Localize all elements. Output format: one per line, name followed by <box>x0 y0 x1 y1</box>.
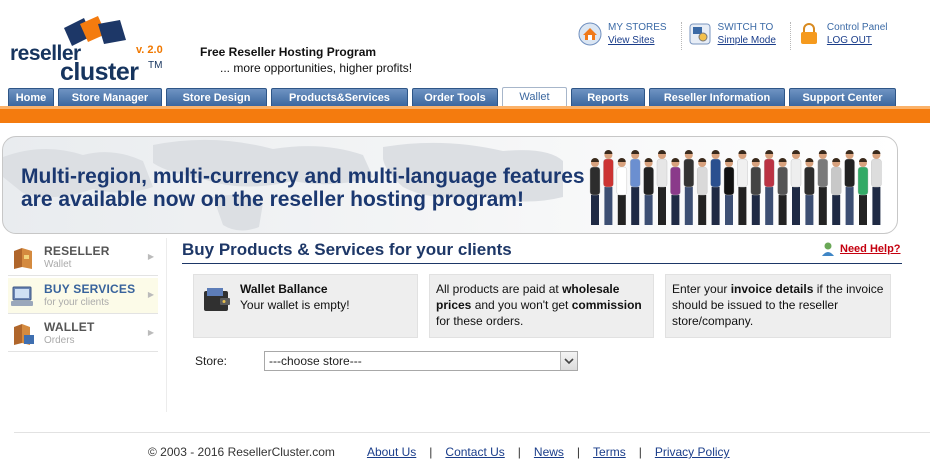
footer-divider <box>14 432 930 433</box>
switch-to-label: SWITCH TO <box>717 22 774 33</box>
wallet-icon <box>204 288 230 311</box>
logo-version: v. 2.0 <box>136 44 163 56</box>
wallet-book-icon <box>14 248 32 269</box>
tab-store-manager[interactable]: Store Manager <box>58 88 162 106</box>
top-link-my-stores: MY STORES View Sites <box>578 22 682 50</box>
logo[interactable]: reseller v. 2.0 cluster TM <box>8 14 178 86</box>
footer-separator: | <box>576 445 581 459</box>
top-links: MY STORES View Sites SWITCH TO Simple Mo… <box>578 22 908 50</box>
tab-reports[interactable]: Reports <box>571 88 645 106</box>
lock-icon[interactable] <box>797 22 821 46</box>
store-label: Store: <box>195 354 228 368</box>
logout-link[interactable]: LOG OUT <box>827 34 888 47</box>
logo-trademark: TM <box>148 60 163 71</box>
promo-banner[interactable]: Multi-region, multi-currency and multi-l… <box>2 136 898 234</box>
control-panel-label: Control Panel <box>826 22 888 33</box>
sidebar-item-title: BUY SERVICES <box>44 282 136 296</box>
top-link-switch-mode: SWITCH TO Simple Mode <box>688 22 791 50</box>
sidebar-item-subtitle: Orders <box>44 335 75 346</box>
chevron-down-icon[interactable] <box>560 352 577 370</box>
top-link-control-panel: Control Panel LOG OUT <box>797 22 902 50</box>
tab-order-tools[interactable]: Order Tools <box>412 88 498 106</box>
footer: © 2003 - 2016 ResellerCluster.com About … <box>148 445 730 459</box>
footer-link-about[interactable]: About Us <box>367 445 416 459</box>
sidebar-item-buy-services[interactable]: BUY SERVICES for your clients ▶ <box>8 278 158 314</box>
arrow-right-icon: ▶ <box>147 290 154 299</box>
wallet-balance-title: Wallet Ballance <box>240 282 328 296</box>
switch-mode-icon[interactable] <box>688 22 712 46</box>
arrow-right-icon: ▶ <box>147 328 154 337</box>
footer-link-news[interactable]: News <box>534 445 564 459</box>
store-select[interactable]: ---choose store--- <box>264 351 578 371</box>
wallet-balance-text: Your wallet is empty! <box>240 298 350 312</box>
logo-word-cluster: cluster <box>60 58 139 86</box>
store-select-value: ---choose store--- <box>269 354 362 368</box>
arrow-right-icon: ▶ <box>147 252 154 261</box>
orange-bar <box>0 106 930 123</box>
wallet-balance-box: Wallet Ballance Your wallet is empty! <box>193 274 418 338</box>
tagline-title: Free Reseller Hosting Program <box>200 45 377 59</box>
tab-wallet[interactable]: Wallet <box>502 87 567 106</box>
help[interactable]: Need Help? <box>820 241 901 257</box>
orders-icon <box>14 324 34 345</box>
footer-link-contact[interactable]: Contact Us <box>445 445 504 459</box>
title-divider <box>182 263 902 264</box>
footer-link-terms[interactable]: Terms <box>593 445 626 459</box>
tab-reseller-information[interactable]: Reseller Information <box>649 88 785 106</box>
computer-icon <box>11 286 33 306</box>
tab-products-services[interactable]: Products&Services <box>271 88 408 106</box>
tab-home[interactable]: Home <box>8 88 54 106</box>
info-text: Enter your <box>672 282 731 296</box>
tagline-subtitle: ... more opportunities, higher profits! <box>220 61 413 75</box>
simple-mode-link[interactable]: Simple Mode <box>718 34 776 47</box>
sidebar-item-title: RESELLER <box>44 244 110 258</box>
sidebar-item-subtitle: Wallet <box>44 259 72 270</box>
sidebar-item-subtitle: for your clients <box>44 297 110 308</box>
info-text: All products are paid at <box>436 282 563 296</box>
info-text: for these orders. <box>436 314 524 328</box>
sidebar: RESELLER Wallet ▶ BUY SERVICES for your … <box>0 238 167 412</box>
invoice-info-box: Enter your invoice details if the invoic… <box>665 274 891 338</box>
header: reseller v. 2.0 cluster TM Free Reseller… <box>0 0 930 86</box>
tab-support-center[interactable]: Support Center <box>789 88 896 106</box>
info-text: and you won't get <box>471 298 572 312</box>
banner-line-1: Multi-region, multi-currency and multi-l… <box>21 165 585 188</box>
footer-separator: | <box>638 445 642 459</box>
tab-store-design[interactable]: Store Design <box>166 88 267 106</box>
info-bold: invoice details <box>730 282 814 296</box>
tagline: Free Reseller Hosting Program ... more o… <box>200 45 412 75</box>
home-icon[interactable] <box>578 22 602 46</box>
people-group-image <box>589 150 882 225</box>
sidebar-item-wallet-orders[interactable]: WALLET Orders ▶ <box>8 316 158 352</box>
info-bold: commission <box>571 298 642 312</box>
sidebar-item-reseller-wallet[interactable]: RESELLER Wallet ▶ <box>8 240 158 276</box>
page-title: Buy Products & Services for your clients <box>182 240 512 259</box>
my-stores-label: MY STORES <box>608 22 667 33</box>
footer-separator: | <box>517 445 521 459</box>
footer-link-privacy[interactable]: Privacy Policy <box>655 445 730 459</box>
help-person-icon <box>822 242 834 256</box>
need-help-link[interactable]: Need Help? <box>840 243 901 255</box>
footer-separator: | <box>429 445 433 459</box>
copyright: © 2003 - 2016 ResellerCluster.com <box>148 445 335 459</box>
banner-line-2: are available now on the reseller hostin… <box>21 188 524 211</box>
banner-headline: Multi-region, multi-currency and multi-l… <box>21 165 585 211</box>
main-tabs: Home Store Manager Store Design Products… <box>8 87 900 106</box>
sidebar-item-title: WALLET <box>44 320 95 334</box>
view-sites-link[interactable]: View Sites <box>608 34 667 47</box>
wholesale-info-box: All products are paid at wholesale price… <box>429 274 654 338</box>
